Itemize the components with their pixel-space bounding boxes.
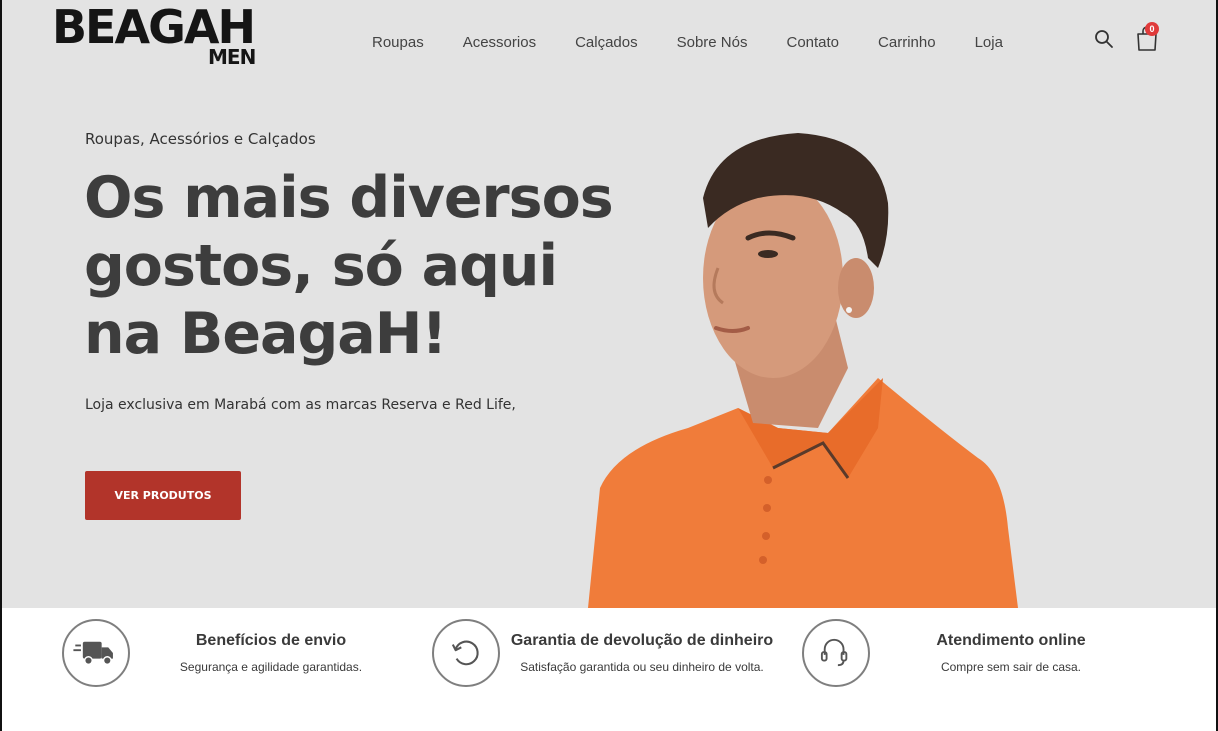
nav-item-roupas[interactable]: Roupas [372, 33, 424, 53]
feature-title: Garantia de devolução de dinheiro [510, 632, 774, 649]
hero-headline: Os mais diversos gostos, só aqui na Beag… [84, 165, 614, 367]
nav-item-contato[interactable]: Contato [786, 33, 839, 53]
nav-item-loja[interactable]: Loja [975, 33, 1003, 53]
site-logo[interactable]: BEAGAH MEN [52, 2, 262, 68]
feature-desc: Compre sem sair de casa. [940, 660, 1082, 674]
feature-icon-circle [432, 619, 500, 687]
nav-item-acessorios[interactable]: Acessorios [463, 33, 536, 53]
main-nav: Roupas Acessorios Calçados Sobre Nós Con… [372, 33, 1003, 53]
hero-model-image [588, 133, 1018, 608]
hero-subline: Loja exclusiva em Marabá com as marcas R… [85, 397, 516, 413]
ver-produtos-button[interactable]: VER PRODUTOS [85, 471, 241, 520]
feature-desc: Segurança e agilidade garantidas. [179, 660, 363, 674]
logo-sub-text: MEN [208, 45, 256, 69]
delivery-truck-icon [73, 641, 113, 665]
feature-desc: Satisfação garantida ou seu dinheiro de … [520, 660, 764, 674]
nav-item-carrinho[interactable]: Carrinho [878, 33, 936, 53]
frame-border-left [0, 608, 2, 731]
hero-eyebrow: Roupas, Acessórios e Calçados [85, 130, 316, 148]
cart-count-badge: 0 [1145, 22, 1159, 36]
headset-icon [820, 638, 848, 667]
search-icon[interactable] [1093, 28, 1115, 50]
feature-icon-circle [802, 619, 870, 687]
feature-title: Benefícios de envio [195, 632, 347, 649]
nav-item-sobre-nos[interactable]: Sobre Nós [677, 33, 748, 53]
feature-icon-circle [62, 619, 130, 687]
refresh-icon [451, 640, 479, 666]
nav-item-calcados[interactable]: Calçados [575, 33, 638, 53]
feature-title: Atendimento online [936, 632, 1086, 649]
